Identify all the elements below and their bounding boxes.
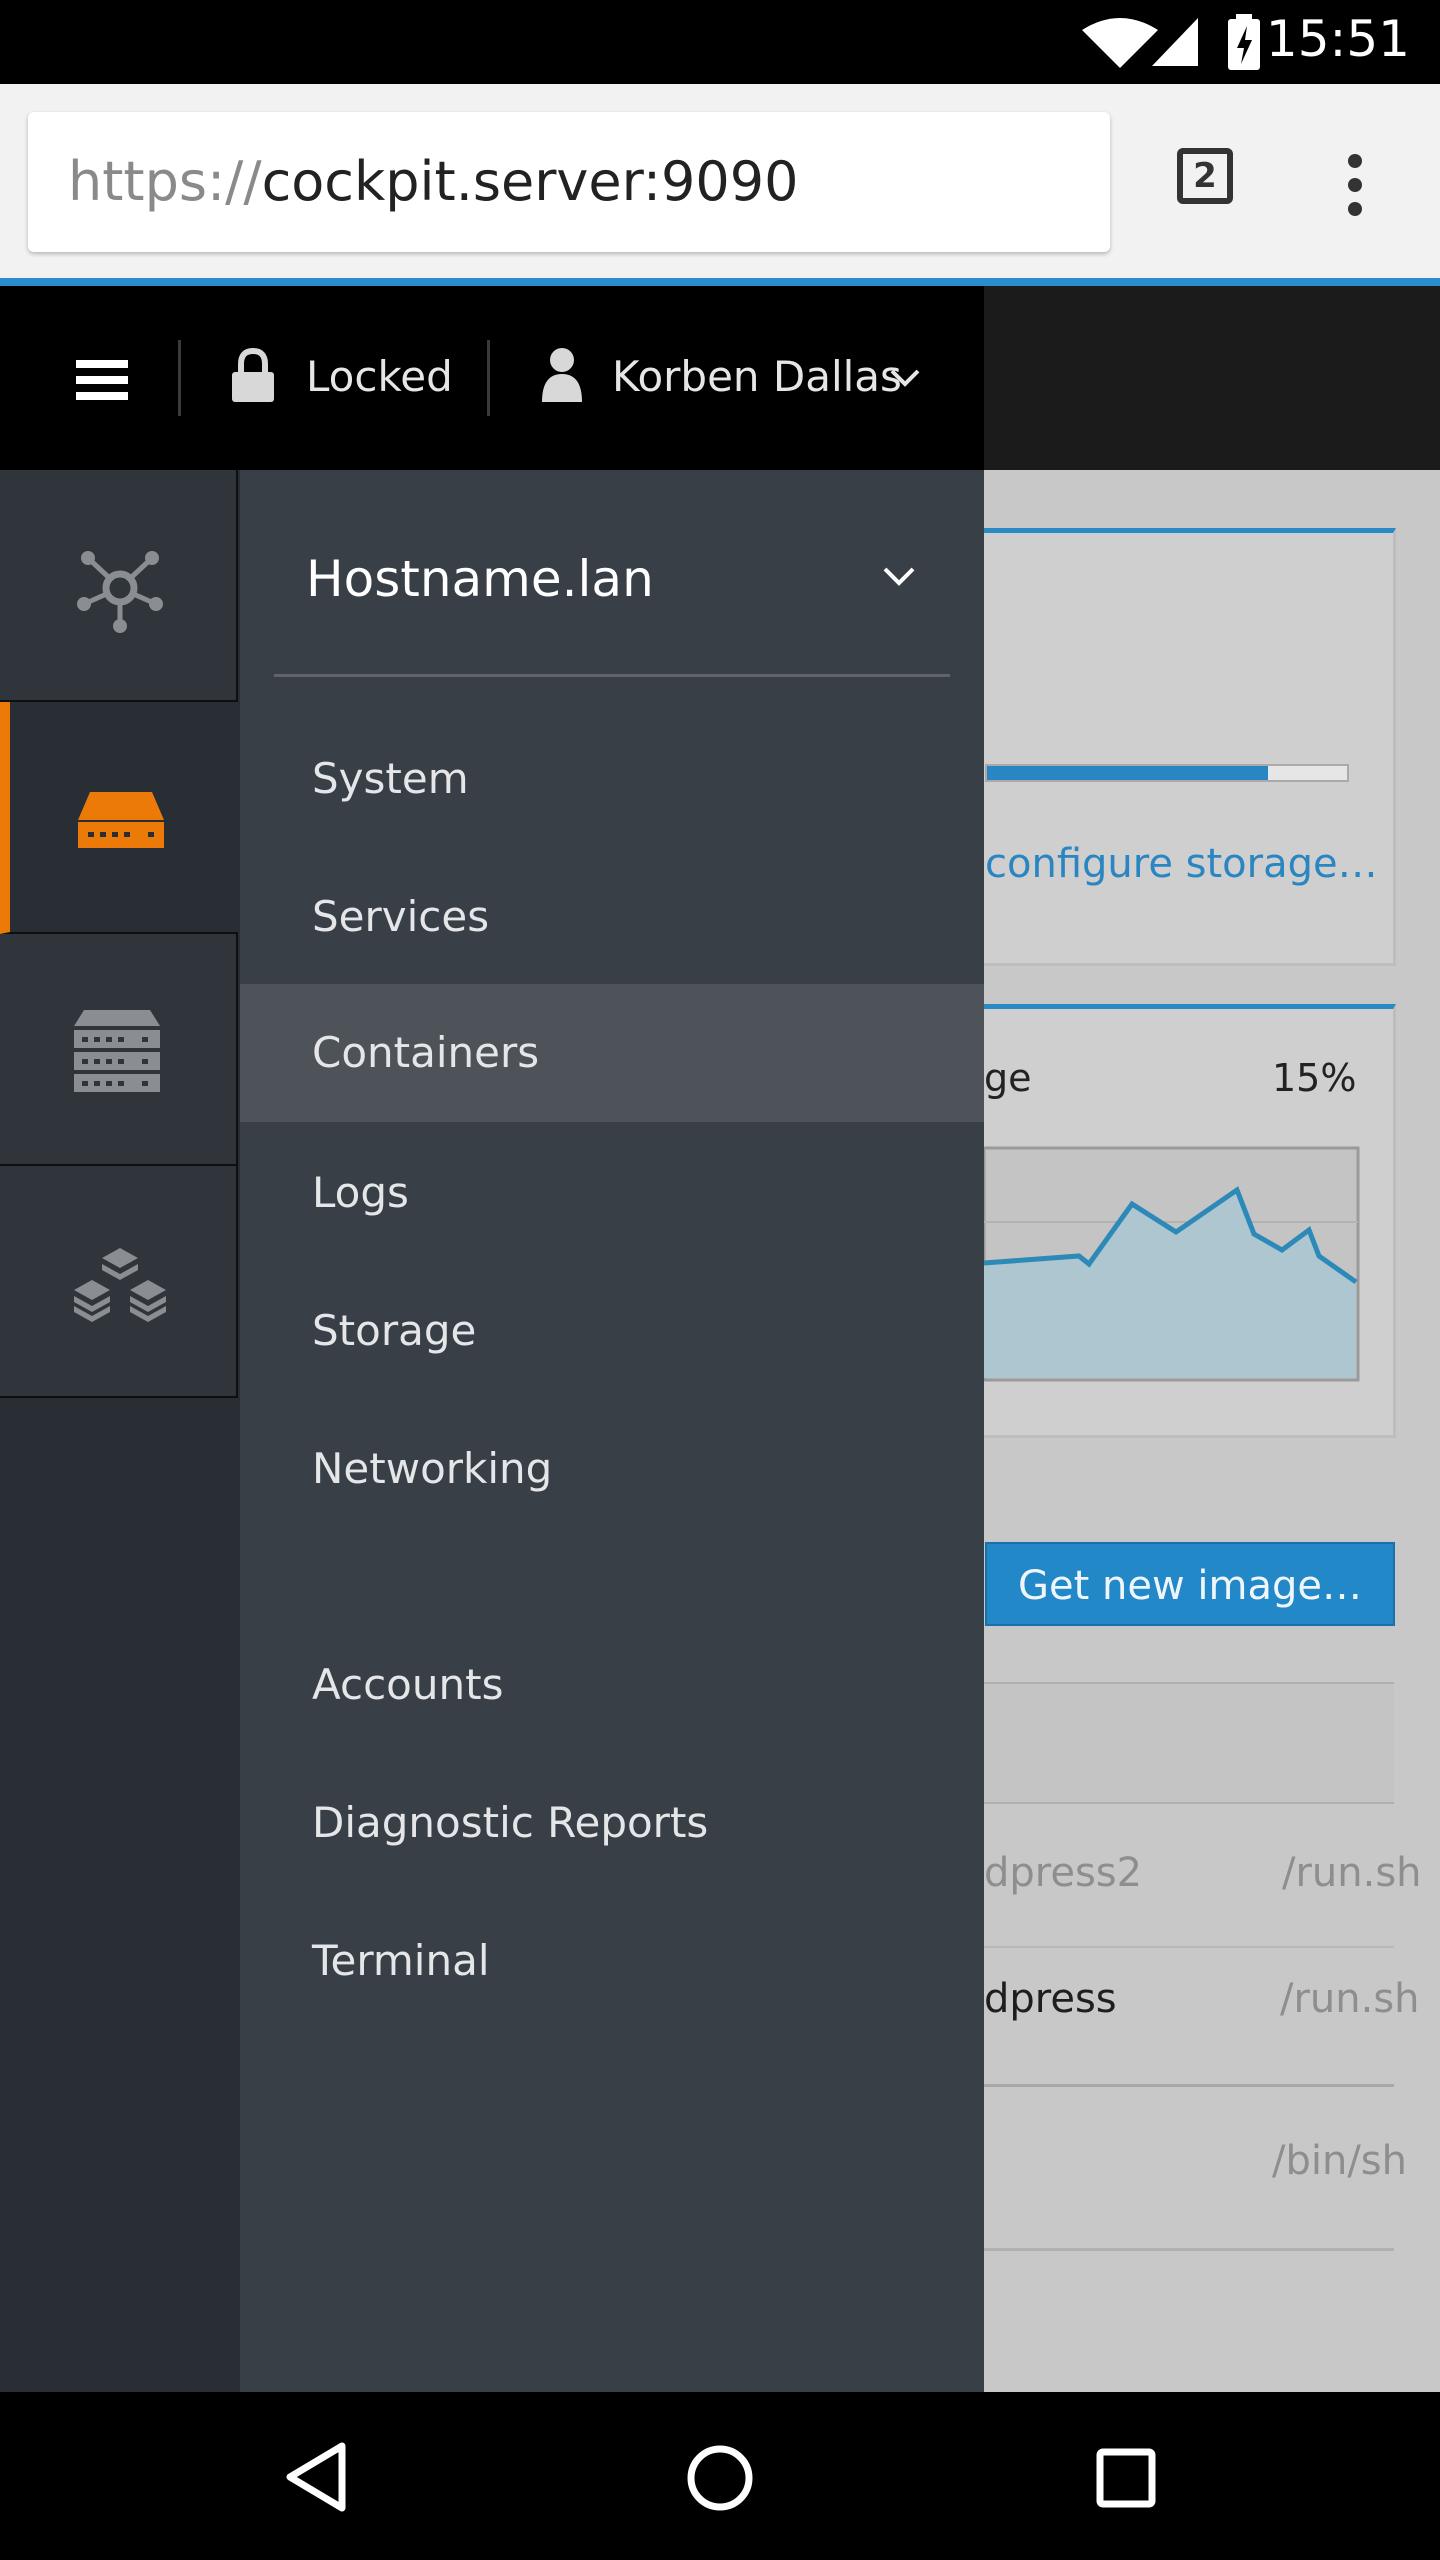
masthead: Locked Korben Dallas (0, 286, 984, 470)
row-command: /run.sh (1282, 1850, 1422, 1896)
nav-tile-host[interactable] (0, 702, 238, 934)
table-header (984, 1684, 1394, 1802)
menu-item-networking[interactable]: Networking (240, 1400, 984, 1538)
lock-icon (232, 348, 274, 402)
user-name: Korben Dallas (612, 352, 902, 401)
menu-item-storage[interactable]: Storage (240, 1262, 984, 1400)
system-nav-bar (0, 2392, 1440, 2560)
locked-button[interactable]: Locked (228, 344, 488, 414)
nav-tile-apps[interactable] (0, 1166, 238, 1398)
vertical-nav (0, 470, 240, 2392)
menu-item-logs[interactable]: Logs (240, 1124, 984, 1262)
status-bar: 15:51 (0, 0, 1440, 84)
browser-menu-icon[interactable] (1340, 144, 1370, 224)
row-command: /bin/sh (1272, 2138, 1407, 2184)
host-menu: Hostname.lan System Services Containers … (240, 470, 984, 2392)
menu-item-services[interactable]: Services (240, 848, 984, 986)
cell-signal-icon (1152, 18, 1198, 66)
server-icon (78, 792, 164, 848)
storage-usage-fill (987, 766, 1268, 780)
menu-item-containers[interactable]: Containers (240, 984, 984, 1122)
url-host: cockpit.server:9090 (261, 150, 799, 213)
get-new-image-button[interactable]: Get new image… (985, 1542, 1395, 1626)
servers-stack-icon (74, 1010, 160, 1092)
locked-label: Locked (306, 352, 453, 401)
storage-usage-bar (985, 764, 1349, 782)
user-menu-button[interactable]: Korben Dallas (538, 344, 928, 414)
divider (274, 674, 950, 677)
chevron-down-icon (883, 567, 915, 586)
battery-charging-icon (1228, 14, 1260, 70)
menu-item-accounts[interactable]: Accounts (240, 1616, 984, 1754)
browser-toolbar: https://cockpit.server:9090 2 (0, 84, 1440, 280)
url-bar[interactable]: https://cockpit.server:9090 (28, 112, 1110, 252)
menu-item-system[interactable]: System (240, 710, 984, 848)
usage-percent: 15% (1272, 1056, 1357, 1100)
usage-label: ge (984, 1056, 1032, 1100)
network-nodes-icon (77, 551, 163, 633)
hostname-label: Hostname.lan (306, 550, 654, 608)
menu-item-terminal[interactable]: Terminal (240, 1892, 984, 2030)
recents-icon[interactable] (1096, 2448, 1156, 2508)
home-icon[interactable] (686, 2444, 754, 2512)
table-row[interactable]: dpress2 (984, 1850, 1142, 1896)
wifi-icon (1082, 18, 1158, 68)
user-icon (542, 348, 582, 402)
usage-sparkline (984, 1146, 1360, 1382)
menu-item-diagnostic-reports[interactable]: Diagnostic Reports (240, 1754, 984, 1892)
host-selector[interactable]: Hostname.lan (240, 470, 984, 680)
tab-switcher-button[interactable]: 2 (1177, 148, 1233, 204)
hamburger-menu-icon[interactable] (76, 360, 128, 400)
nav-tile-cluster[interactable] (0, 934, 238, 1166)
back-icon[interactable] (284, 2442, 348, 2512)
layers-icon (74, 1248, 166, 1322)
chevron-down-icon (890, 369, 920, 387)
table-row[interactable]: dpress (984, 1976, 1117, 2022)
configure-storage-link[interactable]: configure storage… (985, 841, 1378, 887)
url-text[interactable]: https://cockpit.server:9090 (68, 150, 798, 213)
nav-tile-dashboard[interactable] (0, 470, 238, 702)
row-command: /run.sh (1280, 1976, 1420, 2022)
url-scheme: https:// (68, 150, 262, 213)
clock: 15:51 (1265, 10, 1410, 68)
storage-card (940, 528, 1396, 966)
page-load-bar (0, 278, 1440, 286)
